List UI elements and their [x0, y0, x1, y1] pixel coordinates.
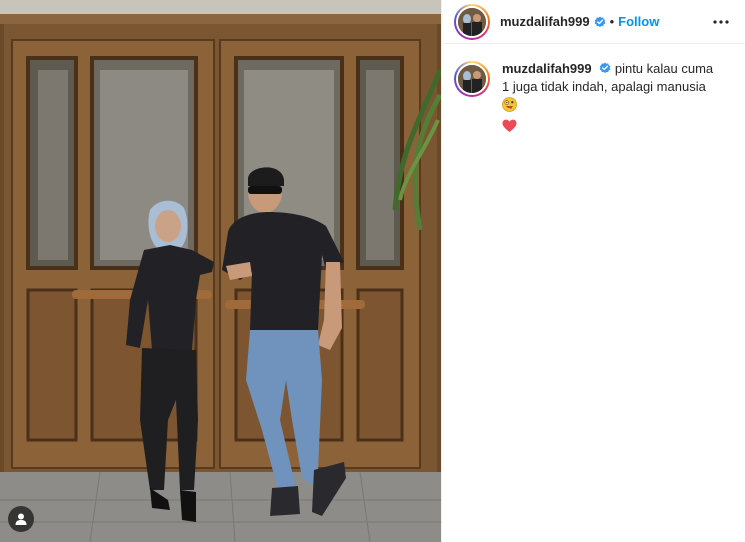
profile-photo	[456, 5, 488, 38]
post-image	[0, 0, 441, 542]
verified-badge-icon	[599, 62, 611, 74]
person-icon	[15, 513, 27, 525]
separator-dot: •	[609, 14, 615, 29]
caption-avatar[interactable]	[454, 61, 490, 97]
caption-body: muzdalifah999 pintu kalau cuma 1 juga ti…	[502, 60, 722, 138]
verified-badge-icon	[594, 16, 606, 28]
post-side-panel: muzdalifah999 • Follow muzdalifah999 pin…	[441, 0, 745, 542]
post-header: muzdalifah999 • Follow	[442, 0, 745, 44]
post-photo[interactable]	[0, 0, 441, 542]
avatar[interactable]	[454, 3, 490, 40]
red-heart-emoji	[502, 119, 517, 138]
follow-button[interactable]: Follow	[618, 14, 659, 29]
zany-face-emoji	[502, 97, 517, 117]
author-username[interactable]: muzdalifah999	[500, 14, 590, 29]
user-tag-icon[interactable]	[8, 506, 34, 532]
caption-username[interactable]: muzdalifah999	[502, 61, 592, 76]
caption: muzdalifah999 pintu kalau cuma 1 juga ti…	[442, 44, 745, 138]
profile-photo	[456, 63, 488, 95]
more-options-icon[interactable]	[709, 10, 733, 34]
